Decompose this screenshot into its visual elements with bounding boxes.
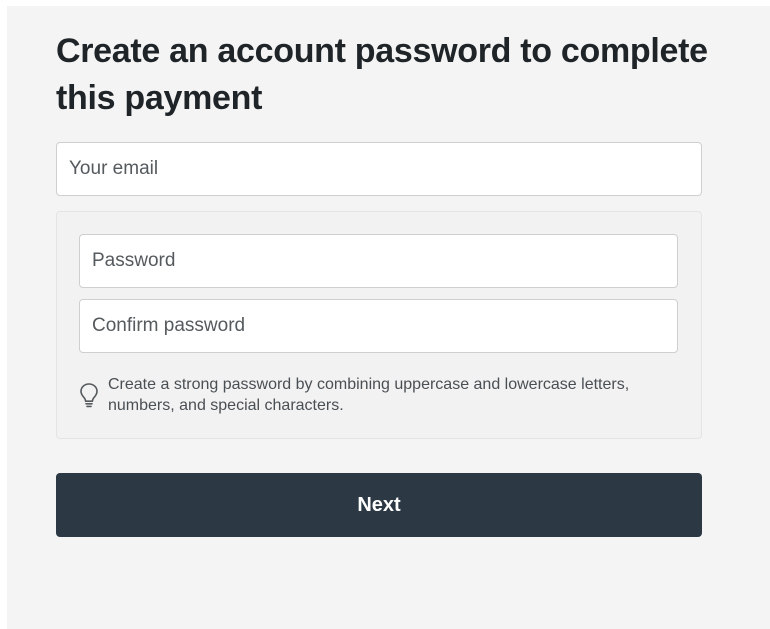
- password-hint-text: Create a strong password by combining up…: [108, 376, 630, 414]
- password-field[interactable]: [79, 234, 678, 288]
- password-hint: Create a strong password by combining up…: [79, 374, 689, 416]
- email-field[interactable]: [56, 142, 702, 196]
- confirm-password-field[interactable]: [79, 299, 678, 353]
- page-title: Create an account password to complete t…: [56, 32, 708, 117]
- lightbulb-icon: [80, 383, 98, 408]
- next-button[interactable]: Next: [56, 473, 702, 537]
